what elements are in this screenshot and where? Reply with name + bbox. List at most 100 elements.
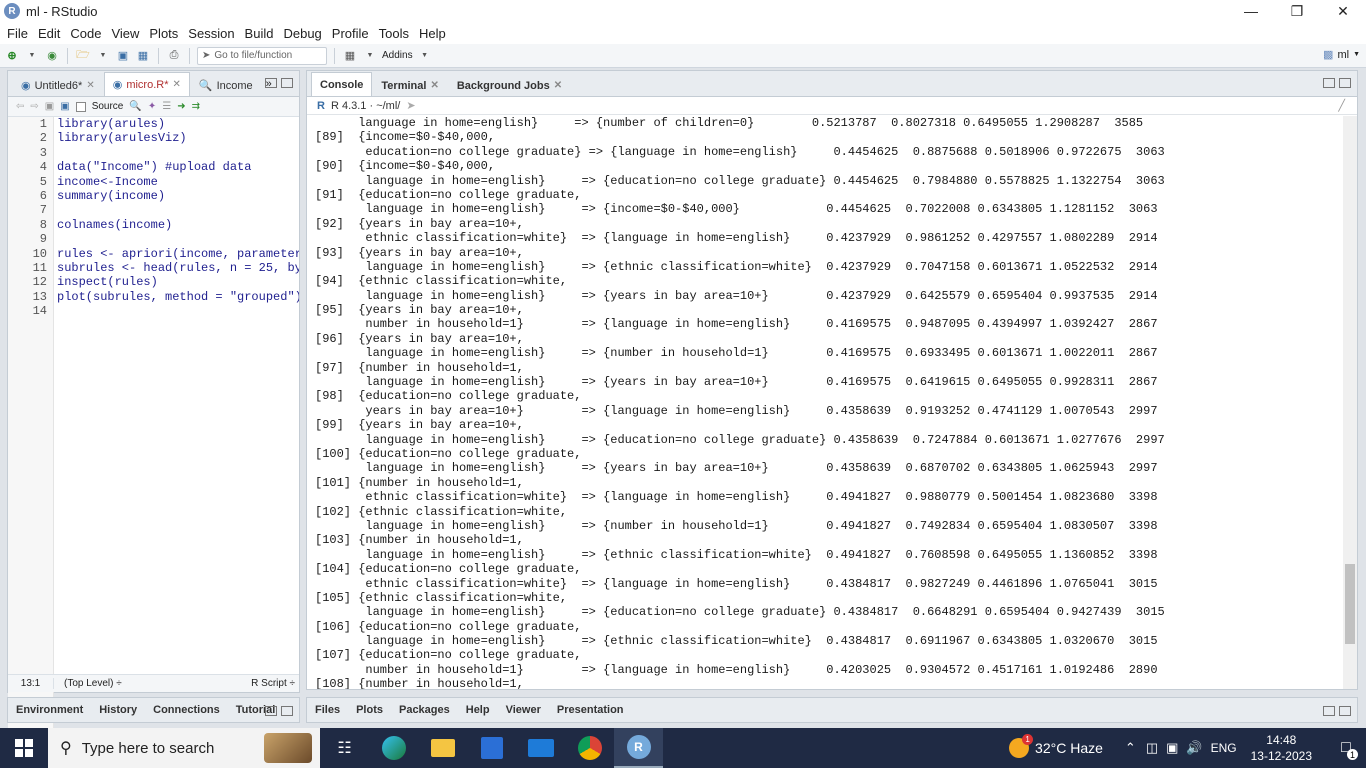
menu-plots[interactable]: Plots xyxy=(144,26,183,41)
menu-edit[interactable]: Edit xyxy=(33,26,65,41)
tab-environment[interactable]: Environment xyxy=(8,698,91,722)
restore-pane-icon[interactable] xyxy=(265,706,277,716)
menu-code[interactable]: Code xyxy=(65,26,106,41)
volume-icon[interactable]: 🔊 xyxy=(1186,740,1202,756)
mail-icon[interactable] xyxy=(516,728,565,768)
line-number: 5 xyxy=(39,174,47,189)
close-icon[interactable]: ✕ xyxy=(554,80,562,91)
close-icon[interactable]: ✕ xyxy=(172,79,180,90)
tab-help[interactable]: Help xyxy=(458,698,498,722)
chevron-down-icon[interactable]: ▼ xyxy=(24,49,40,63)
clear-console-icon[interactable]: ╱ xyxy=(1338,99,1345,112)
scope-selector[interactable]: (Top Level) ÷ xyxy=(54,678,251,689)
code-editor[interactable]: 1 2 3 4 5 6 7 8 9 10 11 12 13 14 library… xyxy=(8,117,299,729)
weather-widget[interactable]: 1 32°C Haze xyxy=(1009,734,1103,758)
menu-file[interactable]: File xyxy=(2,26,33,41)
chevron-down-icon[interactable]: ▼ xyxy=(362,49,378,63)
windows-logo-icon xyxy=(15,739,33,757)
maximize-pane-icon[interactable] xyxy=(281,706,293,716)
console-output[interactable]: language in home=english} => {number of … xyxy=(307,116,1343,689)
code-line: subrules <- head(rules, n = 25, by xyxy=(57,260,299,275)
tab-plots[interactable]: Plots xyxy=(348,698,391,722)
edge-icon[interactable] xyxy=(369,728,418,768)
minimize-pane-icon[interactable] xyxy=(1323,78,1335,88)
new-project-icon[interactable]: ◉ xyxy=(44,49,60,63)
source-on-save-checkbox[interactable] xyxy=(75,101,86,112)
tab-presentation[interactable]: Presentation xyxy=(549,698,632,722)
addins-button[interactable]: Addins xyxy=(382,50,413,61)
chrome-icon[interactable] xyxy=(565,728,614,768)
store-icon[interactable] xyxy=(467,728,516,768)
grid-layout-icon[interactable]: ▦ xyxy=(342,49,358,63)
chevron-down-icon[interactable]: ▼ xyxy=(95,49,111,63)
maximize-pane-icon[interactable] xyxy=(1339,78,1351,88)
tab-packages[interactable]: Packages xyxy=(391,698,458,722)
goto-file-input[interactable]: ➤ Go to file/function xyxy=(197,46,327,65)
tab-background-jobs[interactable]: Background Jobs ✕ xyxy=(448,74,571,96)
minimize-pane-icon[interactable] xyxy=(265,78,277,88)
menu-tools[interactable]: Tools xyxy=(374,26,414,41)
close-icon[interactable]: ✕ xyxy=(430,80,438,91)
file-explorer-icon[interactable] xyxy=(418,728,467,768)
restore-button[interactable]: ❐ xyxy=(1274,0,1320,22)
save-all-icon[interactable]: ▦ xyxy=(135,49,151,63)
device-icon[interactable]: ◫ xyxy=(1146,740,1158,756)
run-icon[interactable]: ➜ xyxy=(177,101,185,112)
chevron-down-icon[interactable]: ▼ xyxy=(417,49,433,63)
go-to-directory-icon[interactable]: ➤ xyxy=(406,99,415,112)
new-file-icon[interactable]: ⊕ xyxy=(4,49,20,63)
tab-files[interactable]: Files xyxy=(307,698,348,722)
minimize-button[interactable]: — xyxy=(1228,0,1274,22)
menu-profile[interactable]: Profile xyxy=(327,26,374,41)
show-in-window-icon[interactable]: ▣ xyxy=(45,101,54,112)
chevron-up-icon[interactable]: ⌃ xyxy=(1125,740,1136,756)
tab-label: Background Jobs xyxy=(456,79,550,92)
taskbar-search-box[interactable]: ⚲ Type here to search xyxy=(48,728,320,768)
tab-terminal[interactable]: Terminal ✕ xyxy=(372,74,447,96)
save-icon[interactable]: ▣ xyxy=(115,49,131,63)
tab-micro-r[interactable]: ◉ micro.R* ✕ xyxy=(103,72,190,96)
vertical-scrollbar[interactable] xyxy=(1343,116,1357,689)
system-tray: 1 32°C Haze ⌃ ◫ ▣ 🔊 ENG 14:48 13-12-2023… xyxy=(1009,728,1366,768)
maximize-pane-icon[interactable] xyxy=(1339,706,1351,716)
back-icon[interactable]: ⇦ xyxy=(16,101,24,112)
project-menu[interactable]: ▩ ml ▼ xyxy=(1323,48,1360,62)
save-icon[interactable]: ▣ xyxy=(60,101,69,112)
tab-viewer[interactable]: Viewer xyxy=(498,698,549,722)
restore-pane-icon[interactable] xyxy=(1323,706,1335,716)
start-button[interactable] xyxy=(0,728,48,768)
network-icon[interactable]: ▣ xyxy=(1166,740,1178,756)
code-line: data("Income") #upload data xyxy=(57,160,252,175)
menu-build[interactable]: Build xyxy=(240,26,279,41)
close-icon[interactable]: ✕ xyxy=(86,80,94,91)
clock[interactable]: 14:48 13-12-2023 xyxy=(1251,732,1312,764)
close-button[interactable]: ✕ xyxy=(1320,0,1366,22)
tab-console[interactable]: Console xyxy=(311,72,373,96)
open-folder-icon[interactable]: 🗁 xyxy=(75,49,91,63)
code-tools-icon[interactable]: ✦ xyxy=(148,101,156,112)
notification-center-button[interactable]: □ 1 xyxy=(1326,728,1366,768)
tab-untitled6[interactable]: ◉ Untitled6* ✕ xyxy=(12,74,104,96)
language-indicator[interactable]: ENG xyxy=(1211,741,1237,755)
menu-session[interactable]: Session xyxy=(183,26,239,41)
forward-icon[interactable]: ⇨ xyxy=(30,101,38,112)
menu-debug[interactable]: Debug xyxy=(278,26,326,41)
filetype-selector[interactable]: R Script ÷ xyxy=(251,678,299,689)
tab-connections[interactable]: Connections xyxy=(145,698,228,722)
rerun-icon[interactable]: ⇉ xyxy=(192,101,200,112)
menu-help[interactable]: Help xyxy=(414,26,451,41)
rstudio-taskbar-icon[interactable]: R xyxy=(614,728,663,768)
title-bar: R ml - RStudio — ❐ ✕ xyxy=(0,0,1366,22)
menu-view[interactable]: View xyxy=(106,26,144,41)
tab-history[interactable]: History xyxy=(91,698,145,722)
search-icon[interactable]: 🔍 xyxy=(129,101,141,112)
task-view-icon[interactable]: ☷ xyxy=(320,728,369,768)
tab-income[interactable]: 🔍 Income xyxy=(190,74,262,96)
code-line: inspect(rules) xyxy=(57,275,158,290)
print-icon[interactable]: ⎙ xyxy=(166,49,182,63)
console-line: number in household=1} => {language in h… xyxy=(315,662,1158,677)
maximize-pane-icon[interactable] xyxy=(281,78,293,88)
console-line: [99] {years in bay area=10+, xyxy=(315,418,524,433)
outline-icon[interactable]: ☰ xyxy=(162,101,171,112)
console-line: [91] {education=no college graduate, xyxy=(315,187,582,202)
